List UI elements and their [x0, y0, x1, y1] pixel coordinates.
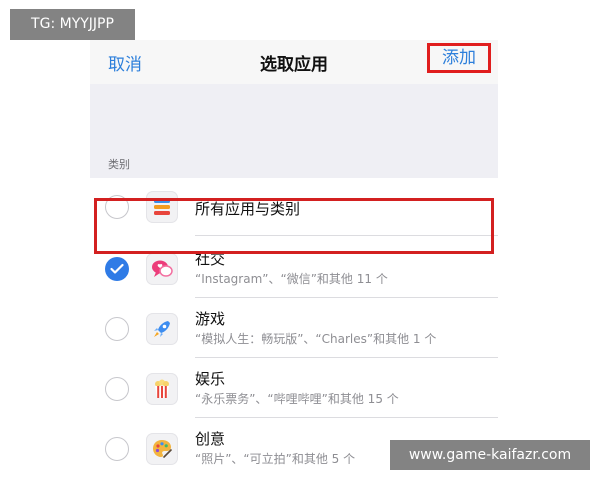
screenshot-stage: 取消 选取应用 添加 类别 所有应用与类别 社交 “Instagram”、“微信… [0, 0, 600, 480]
section-background [90, 84, 498, 178]
radio-button-checked[interactable] [105, 257, 129, 281]
section-header: 类别 [108, 158, 130, 171]
watermark-bottom-right: www.game-kaifazr.com [390, 440, 590, 470]
list-item-social[interactable]: 社交 “Instagram”、“微信”和其他 11 个 [90, 240, 498, 298]
list-item-entertainment[interactable]: 娱乐 “永乐票务”、“哔哩哔哩”和其他 15 个 [90, 360, 498, 418]
category-list: 所有应用与类别 社交 “Instagram”、“微信”和其他 11 个 游戏 “… [90, 178, 498, 480]
app-picker-screen: 取消 选取应用 添加 类别 所有应用与类别 社交 “Instagram”、“微信… [90, 40, 498, 480]
row-separator [195, 357, 498, 358]
list-item-title: 游戏 [195, 310, 226, 328]
radio-button[interactable] [105, 317, 129, 341]
list-item-title: 所有应用与类别 [195, 200, 301, 218]
list-item-subtitle: “照片”、“可立拍”和其他 5 个 [195, 452, 356, 466]
list-item-subtitle: “Instagram”、“微信”和其他 11 个 [195, 272, 388, 286]
rocket-icon [146, 313, 178, 345]
list-item-games[interactable]: 游戏 “模拟人生：畅玩版”、“Charles”和其他 1 个 [90, 300, 498, 358]
chat-bubbles-icon [146, 253, 178, 285]
palette-icon [146, 433, 178, 465]
radio-button[interactable] [105, 377, 129, 401]
watermark-top-left: TG: MYYJJPP [10, 9, 135, 40]
row-separator [195, 235, 498, 236]
navigation-bar: 取消 选取应用 添加 [90, 40, 498, 84]
list-item-subtitle: “模拟人生：畅玩版”、“Charles”和其他 1 个 [195, 332, 437, 346]
popcorn-icon [146, 373, 178, 405]
add-button[interactable]: 添加 [427, 43, 491, 73]
list-item-subtitle: “永乐票务”、“哔哩哔哩”和其他 15 个 [195, 392, 399, 406]
list-item-all-apps[interactable]: 所有应用与类别 [90, 178, 498, 236]
list-item-title: 社交 [195, 250, 226, 268]
row-separator [195, 417, 498, 418]
row-separator [195, 297, 498, 298]
radio-button[interactable] [105, 195, 129, 219]
list-item-title: 娱乐 [195, 370, 226, 388]
list-item-title: 创意 [195, 430, 226, 448]
stack-icon [146, 191, 178, 223]
radio-button[interactable] [105, 437, 129, 461]
